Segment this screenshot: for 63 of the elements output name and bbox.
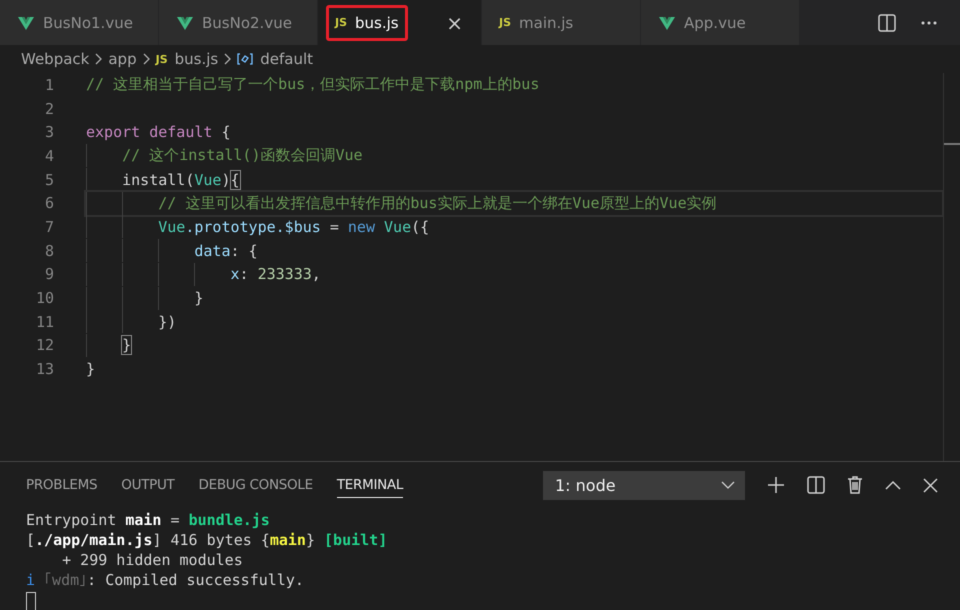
editor-tab[interactable]: BusNo2.vue xyxy=(159,0,318,45)
code-line: install(Vue){ xyxy=(86,168,942,192)
line-number: 10 xyxy=(34,289,54,308)
line-number: 2 xyxy=(44,100,54,118)
breadcrumb-item[interactable]: default xyxy=(260,50,313,68)
code-line: Vue.prototype.$bus = new Vue({ xyxy=(86,215,942,238)
vue-logo-icon xyxy=(176,14,194,30)
more-actions-icon xyxy=(920,20,938,26)
chevron-right-icon xyxy=(94,52,104,66)
breadcrumb-item[interactable]: bus.js xyxy=(174,50,218,68)
symbol-icon xyxy=(237,51,254,67)
terminal-line: [./app/main.js] 416 bytes {main} [built] xyxy=(26,530,388,550)
editor-tab[interactable]: BusNo1.vue xyxy=(0,0,159,45)
terminal-line: + 299 hidden modules xyxy=(61,550,244,570)
chevron-right-icon xyxy=(223,52,232,66)
js-file-icon: JS xyxy=(499,16,512,29)
editor-tab[interactable]: JS main.js xyxy=(482,0,641,45)
chevron-right-icon xyxy=(142,52,151,66)
split-editor-icon xyxy=(878,14,896,32)
line-number: 13 xyxy=(34,360,54,378)
chevron-up-icon xyxy=(885,480,901,490)
line-number: 5 xyxy=(44,170,54,189)
editor-tab[interactable]: JS bus.js × xyxy=(318,0,482,45)
code-line: } xyxy=(86,286,942,310)
breadcrumb-item[interactable]: app xyxy=(108,50,137,68)
code-line: data: { xyxy=(86,239,942,262)
close-tab-button[interactable]: × xyxy=(442,10,467,34)
line-number: 4 xyxy=(44,146,54,165)
panel-tab[interactable]: PROBLEMS xyxy=(26,472,98,498)
plus-icon xyxy=(767,476,785,494)
code-line: // 这个install()函数会回调Vue xyxy=(86,144,942,168)
code-line: x: 233333, xyxy=(86,262,942,286)
line-number: 11 xyxy=(34,312,54,331)
panel-tab[interactable]: DEBUG CONSOLE xyxy=(198,472,313,498)
js-file-icon: JS xyxy=(156,52,168,66)
breadcrumb-item[interactable]: Webpack xyxy=(21,50,90,68)
terminal-cursor xyxy=(26,592,36,610)
chevron-down-icon xyxy=(721,481,735,489)
js-file-icon: JS xyxy=(335,16,348,29)
close-icon xyxy=(923,478,938,492)
scrollbar[interactable] xyxy=(943,73,960,461)
trash-icon xyxy=(847,476,863,494)
line-number: 7 xyxy=(44,218,54,236)
code-line: } xyxy=(86,334,942,357)
split-terminal-icon xyxy=(807,476,825,494)
panel-tab[interactable]: TERMINAL xyxy=(336,472,404,498)
code-line: // 这里相当于自己写了一个bus，但实际工作中是下载npm上的bus xyxy=(86,74,540,96)
vue-logo-icon xyxy=(17,14,35,30)
terminal-select[interactable]: 1: node xyxy=(543,470,745,500)
line-number: 6 xyxy=(44,194,54,212)
terminal-line: Entrypoint main = bundle.js xyxy=(26,510,271,530)
code-line: export default { xyxy=(86,122,232,144)
line-number: 8 xyxy=(44,242,54,260)
line-number: 1 xyxy=(44,76,54,94)
code-line: }) xyxy=(86,310,942,334)
line-number: 12 xyxy=(34,336,54,354)
code-line: } xyxy=(86,359,96,380)
terminal-line: i ｢wdm｣: Compiled successfully. xyxy=(26,570,305,590)
line-number: 9 xyxy=(44,265,54,284)
vue-logo-icon xyxy=(658,14,676,30)
line-number: 3 xyxy=(44,123,54,142)
panel-tab[interactable]: OUTPUT xyxy=(121,472,175,498)
editor-tab[interactable]: App.vue xyxy=(641,0,800,45)
